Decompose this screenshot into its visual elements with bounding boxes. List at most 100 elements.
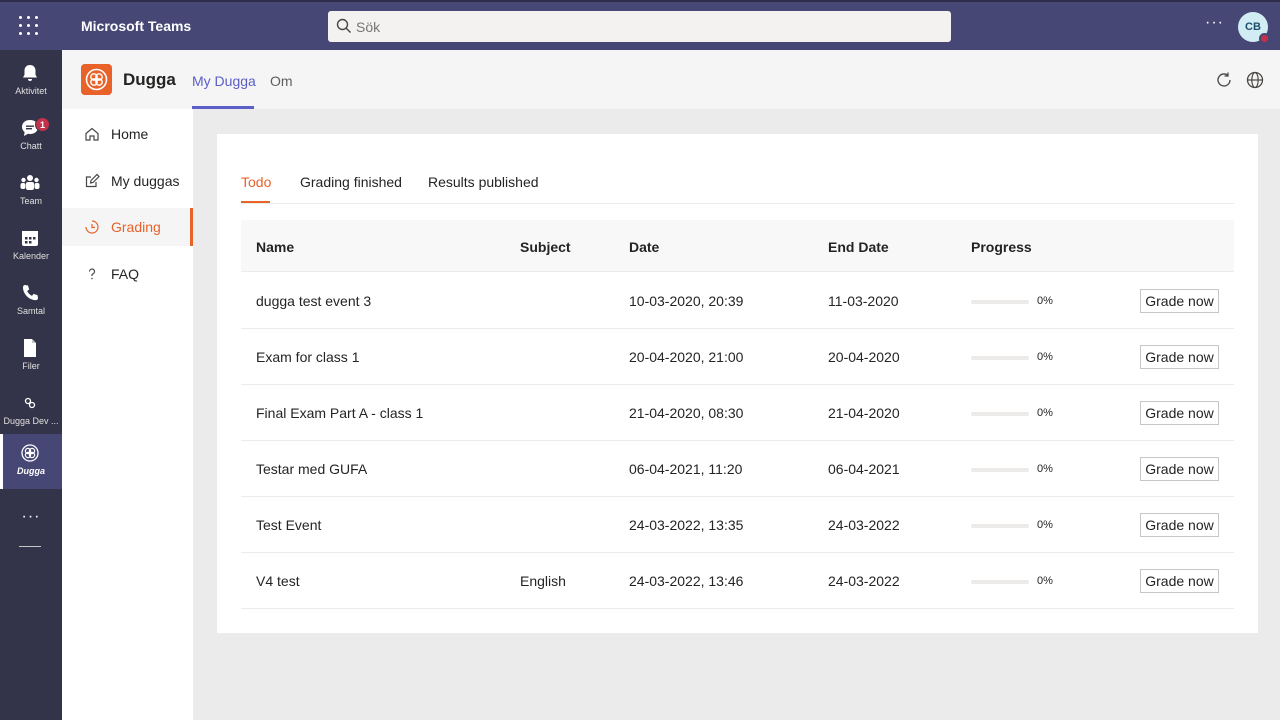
- nav-item-label: FAQ: [111, 266, 140, 282]
- tabs-divider: [241, 203, 1234, 204]
- file-icon: [24, 339, 36, 357]
- more-options-icon[interactable]: ···: [1205, 14, 1224, 32]
- edit-icon: [85, 173, 100, 188]
- search-input[interactable]: [356, 11, 936, 42]
- app-launcher-icon[interactable]: [19, 16, 39, 36]
- table-header: Name Subject Date End Date Progress: [241, 220, 1234, 272]
- rail-item-dugga-dev[interactable]: Dugga Dev ...: [0, 384, 62, 439]
- chat-unread-badge: 1: [35, 117, 50, 132]
- nav-item-label: Home: [111, 126, 149, 142]
- rail-item-calls[interactable]: Samtal: [0, 274, 62, 329]
- tab-my-dugga[interactable]: My Dugga: [192, 73, 256, 89]
- side-navigation: Home My duggas Grading FAQ: [62, 109, 193, 720]
- nav-item-grading[interactable]: Grading: [62, 208, 193, 246]
- cell-end-date: 11-03-2020: [828, 293, 899, 309]
- nav-item-home[interactable]: Home: [62, 115, 193, 153]
- rail-item-activity[interactable]: Aktivitet: [0, 54, 62, 109]
- app-title: Microsoft Teams: [81, 18, 192, 34]
- cell-date: 24-03-2022, 13:35: [629, 517, 744, 533]
- tab-om[interactable]: Om: [270, 73, 293, 89]
- column-header-subject[interactable]: Subject: [520, 239, 571, 255]
- cell-end-date: 24-03-2022: [828, 517, 900, 533]
- grade-now-button[interactable]: Grade now: [1140, 457, 1219, 481]
- column-header-end-date[interactable]: End Date: [828, 239, 889, 255]
- progress-bar: [971, 524, 1029, 528]
- globe-icon[interactable]: [1245, 70, 1265, 90]
- rail-item-label: Filer: [22, 361, 40, 371]
- home-icon: [85, 127, 99, 141]
- tab-grading-finished[interactable]: Grading finished: [300, 174, 402, 190]
- rail-item-label: Chatt: [20, 141, 42, 151]
- cell-name: V4 test: [256, 573, 300, 589]
- nav-item-label: Grading: [111, 219, 161, 235]
- progress-percent: 0%: [1037, 295, 1053, 307]
- tab-todo[interactable]: Todo: [241, 174, 271, 190]
- rail-item-team[interactable]: Team: [0, 164, 62, 219]
- cell-date: 06-04-2021, 11:20: [629, 461, 743, 477]
- column-header-name[interactable]: Name: [256, 239, 294, 255]
- team-icon: [20, 175, 40, 190]
- rail-item-label: Aktivitet: [15, 86, 47, 96]
- dugga-logo-icon: [81, 64, 112, 95]
- cell-name: Exam for class 1: [256, 349, 360, 365]
- rail-item-label: Team: [19, 196, 42, 206]
- cell-date: 24-03-2022, 13:46: [629, 573, 744, 589]
- cell-end-date: 21-04-2020: [828, 405, 900, 421]
- cell-name: Test Event: [256, 517, 322, 533]
- presence-busy-icon: [1259, 33, 1270, 44]
- column-header-date[interactable]: Date: [629, 239, 659, 255]
- rail-item-dugga[interactable]: Dugga: [0, 434, 62, 489]
- phone-icon: [23, 285, 38, 301]
- grading-card: Todo Grading finished Results published …: [217, 134, 1258, 633]
- progress-bar: [971, 580, 1029, 584]
- cell-name: Testar med GUFA: [256, 461, 368, 477]
- refresh-icon[interactable]: [1214, 70, 1234, 90]
- progress-bar: [971, 468, 1029, 472]
- cell-end-date: 24-03-2022: [828, 573, 900, 589]
- table-row: Exam for class 1 20-04-2020, 21:00 20-04…: [241, 329, 1234, 385]
- app-rail: Aktivitet 1 Chatt Team Kalender Samtal F…: [0, 50, 62, 720]
- progress-bar: [971, 412, 1029, 416]
- table-row: Final Exam Part A - class 1 21-04-2020, …: [241, 385, 1234, 441]
- question-icon: [88, 268, 96, 280]
- table-row: V4 test English 24-03-2022, 13:46 24-03-…: [241, 553, 1234, 609]
- cell-date: 20-04-2020, 21:00: [629, 349, 744, 365]
- grade-now-button[interactable]: Grade now: [1140, 289, 1219, 313]
- progress-percent: 0%: [1037, 407, 1053, 419]
- search-box[interactable]: [328, 11, 951, 42]
- cell-date: 10-03-2020, 20:39: [629, 293, 744, 309]
- rail-item-label: Samtal: [16, 306, 45, 316]
- progress-percent: 0%: [1037, 519, 1053, 531]
- table-row: Test Event 24-03-2022, 13:35 24-03-2022 …: [241, 497, 1234, 553]
- progress-bar: [971, 300, 1029, 304]
- rail-item-label: Dugga Dev ...: [3, 416, 59, 426]
- clock-icon: [85, 220, 99, 234]
- nav-item-label: My duggas: [111, 173, 180, 189]
- grade-now-button[interactable]: Grade now: [1140, 345, 1219, 369]
- column-header-progress[interactable]: Progress: [971, 239, 1032, 255]
- table-row: dugga test event 3 10-03-2020, 20:39 11-…: [241, 273, 1234, 329]
- progress-bar: [971, 356, 1029, 360]
- avatar[interactable]: CB: [1238, 12, 1270, 44]
- dugga-dev-icon: [24, 397, 36, 409]
- rail-item-label: Dugga: [17, 466, 45, 476]
- progress-percent: 0%: [1037, 463, 1053, 475]
- rail-item-calendar[interactable]: Kalender: [0, 219, 62, 274]
- rail-item-files[interactable]: Filer: [0, 329, 62, 384]
- grade-now-button[interactable]: Grade now: [1140, 569, 1219, 593]
- rail-item-label: Kalender: [12, 251, 50, 261]
- cell-name: dugga test event 3: [256, 293, 372, 309]
- search-icon: [336, 18, 351, 33]
- more-apps-icon[interactable]: ···: [0, 508, 62, 526]
- rail-item-chat[interactable]: 1 Chatt: [0, 109, 62, 164]
- nav-item-faq[interactable]: FAQ: [62, 255, 193, 293]
- progress-percent: 0%: [1037, 351, 1053, 363]
- cell-end-date: 20-04-2020: [828, 349, 900, 365]
- top-bar: Microsoft Teams ··· CB: [0, 0, 1280, 50]
- grade-now-button[interactable]: Grade now: [1140, 401, 1219, 425]
- grade-now-button[interactable]: Grade now: [1140, 513, 1219, 537]
- nav-item-my-duggas[interactable]: My duggas: [62, 162, 193, 200]
- table-row: Testar med GUFA 06-04-2021, 11:20 06-04-…: [241, 441, 1234, 497]
- tab-results-published[interactable]: Results published: [428, 174, 539, 190]
- calendar-icon: [22, 231, 38, 246]
